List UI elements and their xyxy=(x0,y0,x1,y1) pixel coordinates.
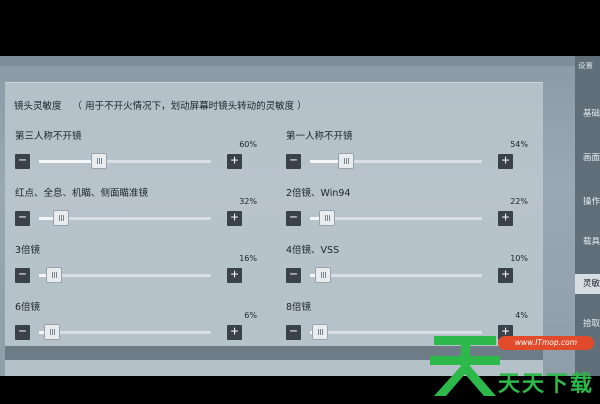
slider-value: 6% xyxy=(244,311,257,320)
slider-handle[interactable] xyxy=(44,324,61,340)
increase-button[interactable]: + xyxy=(227,325,242,340)
slider-value: 16% xyxy=(239,254,257,263)
slider-track[interactable] xyxy=(39,267,211,283)
decrease-button[interactable]: − xyxy=(15,268,30,283)
slider-value: 22% xyxy=(510,197,528,206)
sidebar-item-3[interactable]: 载具 xyxy=(579,232,600,252)
slider-fill xyxy=(310,217,319,220)
slider-value: 10% xyxy=(510,254,528,263)
slider-fill xyxy=(310,160,338,163)
increase-button[interactable]: + xyxy=(227,154,242,169)
slider-handle[interactable] xyxy=(315,267,332,283)
increase-button[interactable]: + xyxy=(227,268,242,283)
panel-title-text: 镜头灵敏度 xyxy=(14,101,62,112)
slider-value: 32% xyxy=(239,197,257,206)
slider-label: 8倍镜 xyxy=(286,302,312,313)
increase-button[interactable]: + xyxy=(498,268,513,283)
slider-track[interactable] xyxy=(39,324,211,340)
slider-label: 第三人称不开镜 xyxy=(15,131,82,142)
slider-track[interactable] xyxy=(310,153,482,169)
slider-fill xyxy=(39,274,46,277)
slider-track[interactable] xyxy=(39,210,211,226)
slider-handle[interactable] xyxy=(318,210,335,226)
slider-label: 2倍镜、Win94 xyxy=(286,188,351,199)
slider-track[interactable] xyxy=(39,153,211,169)
watermark-url: www.ITmop.com xyxy=(498,336,594,350)
slider-label: 第一人称不开镜 xyxy=(286,131,353,142)
slider-label: 红点、全息、机瞄、侧面瞄准镜 xyxy=(15,188,149,199)
increase-button[interactable]: + xyxy=(498,154,513,169)
settings-tab[interactable]: 设置 xyxy=(578,60,593,71)
slider-label: 6倍镜 xyxy=(15,302,41,313)
slider-handle[interactable] xyxy=(52,210,69,226)
slider-handle[interactable] xyxy=(337,153,354,169)
slider-handle[interactable] xyxy=(311,324,328,340)
panel-title: 镜头灵敏度 （ 用于不开火情况下，划动屏幕时镜头转动的灵敏度 ） xyxy=(14,98,307,112)
tian-glyph-icon xyxy=(430,336,500,396)
slider-value: 4% xyxy=(515,311,528,320)
slider-handle[interactable] xyxy=(45,267,62,283)
slider-track[interactable] xyxy=(310,210,482,226)
slider-label: 3倍镜 xyxy=(15,245,41,256)
sidebar-item-1[interactable]: 画面 xyxy=(579,148,600,168)
increase-button[interactable]: + xyxy=(227,211,242,226)
watermark-name: 天天下载 xyxy=(498,372,595,397)
slider-value: 54% xyxy=(510,140,528,149)
slider-track[interactable] xyxy=(310,267,482,283)
slider-label: 4倍镜、VSS xyxy=(286,245,340,256)
decrease-button[interactable]: − xyxy=(15,154,30,169)
sidebar-item-2[interactable]: 操作 xyxy=(579,192,600,212)
slider-fill xyxy=(39,217,53,220)
sidebar-item-4[interactable]: 灵敏度 xyxy=(575,274,600,294)
decrease-button[interactable]: − xyxy=(15,211,30,226)
panel-subtitle: （ 用于不开火情况下，划动屏幕时镜头转动的灵敏度 ） xyxy=(72,101,307,112)
slider-fill xyxy=(39,160,91,163)
increase-button[interactable]: + xyxy=(498,211,513,226)
decrease-button[interactable]: − xyxy=(286,211,301,226)
slider-value: 60% xyxy=(239,140,257,149)
decrease-button[interactable]: − xyxy=(286,325,301,340)
top-strip xyxy=(0,56,575,66)
decrease-button[interactable]: − xyxy=(15,325,30,340)
sidebar-item-0[interactable]: 基础 xyxy=(579,104,600,124)
slider-handle[interactable] xyxy=(90,153,107,169)
decrease-button[interactable]: − xyxy=(286,268,301,283)
decrease-button[interactable]: − xyxy=(286,154,301,169)
